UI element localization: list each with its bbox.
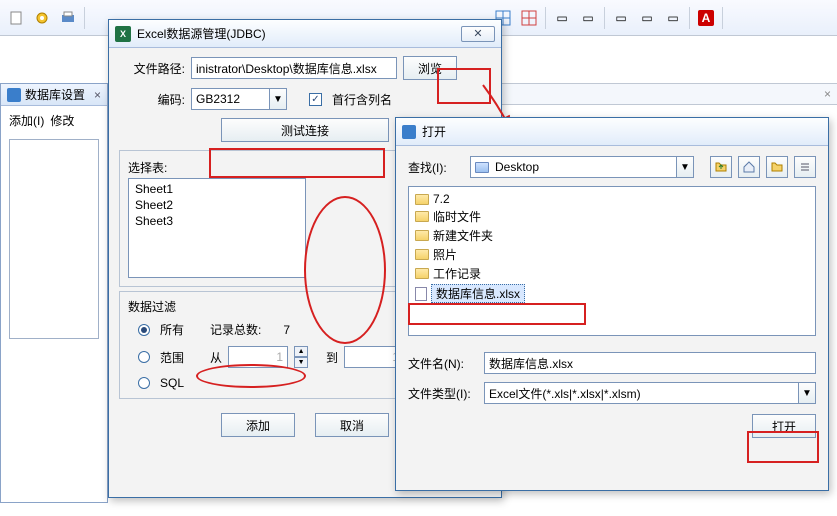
- panel-title: 数据库设置: [25, 86, 85, 103]
- svg-text:A: A: [702, 11, 711, 25]
- to-label: 到: [326, 349, 338, 366]
- chevron-down-icon[interactable]: ▼: [269, 88, 287, 110]
- cancel-button[interactable]: 取消: [315, 413, 389, 437]
- add-menu[interactable]: 添加(I): [9, 112, 44, 129]
- panel-menu: 添加(I) 修改: [1, 106, 107, 135]
- record-count-label: 记录总数:: [210, 321, 261, 338]
- list-item[interactable]: 7.2: [409, 191, 815, 207]
- close-icon[interactable]: ×: [824, 87, 831, 101]
- all-radio[interactable]: [138, 324, 150, 336]
- browse-button[interactable]: 浏览: [403, 56, 457, 80]
- all-radio-label: 所有: [160, 321, 184, 338]
- encoding-combo[interactable]: ▼: [191, 88, 287, 110]
- list-item[interactable]: 新建文件夹: [409, 226, 815, 245]
- gear-icon[interactable]: [30, 6, 54, 30]
- list-item[interactable]: Sheet3: [131, 213, 303, 229]
- grid-red-icon[interactable]: [517, 6, 541, 30]
- record-count-value: 7: [283, 323, 290, 337]
- db-list[interactable]: [9, 139, 99, 339]
- open-button[interactable]: 打开: [752, 414, 816, 438]
- new-icon[interactable]: [4, 6, 28, 30]
- file-listbox[interactable]: 7.2 临时文件 新建文件夹 照片 工作记录 数据库信息.xlsx: [408, 186, 816, 336]
- folder-icon: [415, 249, 429, 260]
- lookin-label: 查找(I):: [408, 159, 464, 176]
- path-label: 文件路径:: [119, 60, 185, 77]
- range-radio[interactable]: [138, 351, 150, 363]
- adobe-icon[interactable]: A: [694, 6, 718, 30]
- dialog-titlebar[interactable]: 打开: [396, 118, 828, 146]
- close-icon[interactable]: ×: [94, 88, 101, 102]
- sql-radio-label: SQL: [160, 376, 184, 390]
- folder-icon: [415, 230, 429, 241]
- home-icon[interactable]: [738, 156, 760, 178]
- encoding-label: 编码:: [119, 91, 185, 108]
- dialog-title: 打开: [422, 123, 446, 140]
- db-icon: [7, 88, 21, 102]
- from-spinner[interactable]: ▲▼: [294, 346, 308, 368]
- encoding-input[interactable]: [191, 88, 269, 110]
- table-listbox[interactable]: Sheet1 Sheet2 Sheet3: [128, 178, 306, 278]
- dialog-title: Excel数据源管理(JDBC): [137, 25, 266, 42]
- sql-radio[interactable]: [138, 377, 150, 389]
- from-input[interactable]: [228, 346, 288, 368]
- list-item[interactable]: 工作记录: [409, 264, 815, 283]
- lookin-combo[interactable]: Desktop ▼: [470, 156, 694, 178]
- tool-icon[interactable]: ▭: [550, 6, 574, 30]
- list-item[interactable]: 照片: [409, 245, 815, 264]
- tool-icon[interactable]: ▭: [635, 6, 659, 30]
- tool-icon[interactable]: ▭: [576, 6, 600, 30]
- range-radio-label: 范围: [160, 349, 184, 366]
- folder-icon: [415, 194, 429, 205]
- list-item[interactable]: 临时文件: [409, 207, 815, 226]
- filename-label: 文件名(N):: [408, 355, 478, 372]
- list-item-selected[interactable]: 数据库信息.xlsx: [409, 283, 815, 304]
- chevron-down-icon[interactable]: ▼: [798, 382, 816, 404]
- filetype-input[interactable]: [484, 382, 798, 404]
- new-folder-icon[interactable]: [766, 156, 788, 178]
- filetype-label: 文件类型(I):: [408, 385, 478, 402]
- lookin-value: Desktop: [495, 160, 539, 174]
- close-icon[interactable]: ✕: [461, 26, 495, 42]
- header-checkbox-label: 首行含列名: [332, 91, 392, 108]
- db-settings-panel: 数据库设置 × 添加(I) 修改: [0, 83, 108, 503]
- header-checkbox[interactable]: ✓: [309, 93, 322, 106]
- open-file-dialog: 打开 查找(I): Desktop ▼ 7.2 临时文件 新建文件夹 照片 工作…: [395, 117, 829, 491]
- select-table-label: 选择表:: [128, 159, 398, 176]
- list-item[interactable]: Sheet2: [131, 197, 303, 213]
- folder-icon: [415, 268, 429, 279]
- print-icon[interactable]: [56, 6, 80, 30]
- filetype-combo[interactable]: ▼: [484, 382, 816, 404]
- test-connection-button[interactable]: 测试连接: [221, 118, 389, 142]
- from-label: 从: [210, 349, 222, 366]
- app-icon: [402, 125, 416, 139]
- folder-icon: [415, 211, 429, 222]
- list-view-icon[interactable]: [794, 156, 816, 178]
- add-button[interactable]: 添加: [221, 413, 295, 437]
- tool-icon[interactable]: ▭: [661, 6, 685, 30]
- list-item[interactable]: Sheet1: [131, 181, 303, 197]
- panel-titlebar: 数据库设置 ×: [1, 84, 107, 106]
- file-icon: [415, 287, 427, 301]
- filename-input[interactable]: [484, 352, 816, 374]
- chevron-down-icon[interactable]: ▼: [676, 156, 694, 178]
- dialog-titlebar[interactable]: X Excel数据源管理(JDBC) ✕: [109, 20, 501, 48]
- tool-icon[interactable]: ▭: [609, 6, 633, 30]
- excel-icon: X: [115, 26, 131, 42]
- modify-menu[interactable]: 修改: [50, 112, 74, 129]
- up-folder-icon[interactable]: [710, 156, 732, 178]
- path-input[interactable]: [191, 57, 397, 79]
- folder-icon: [475, 162, 489, 173]
